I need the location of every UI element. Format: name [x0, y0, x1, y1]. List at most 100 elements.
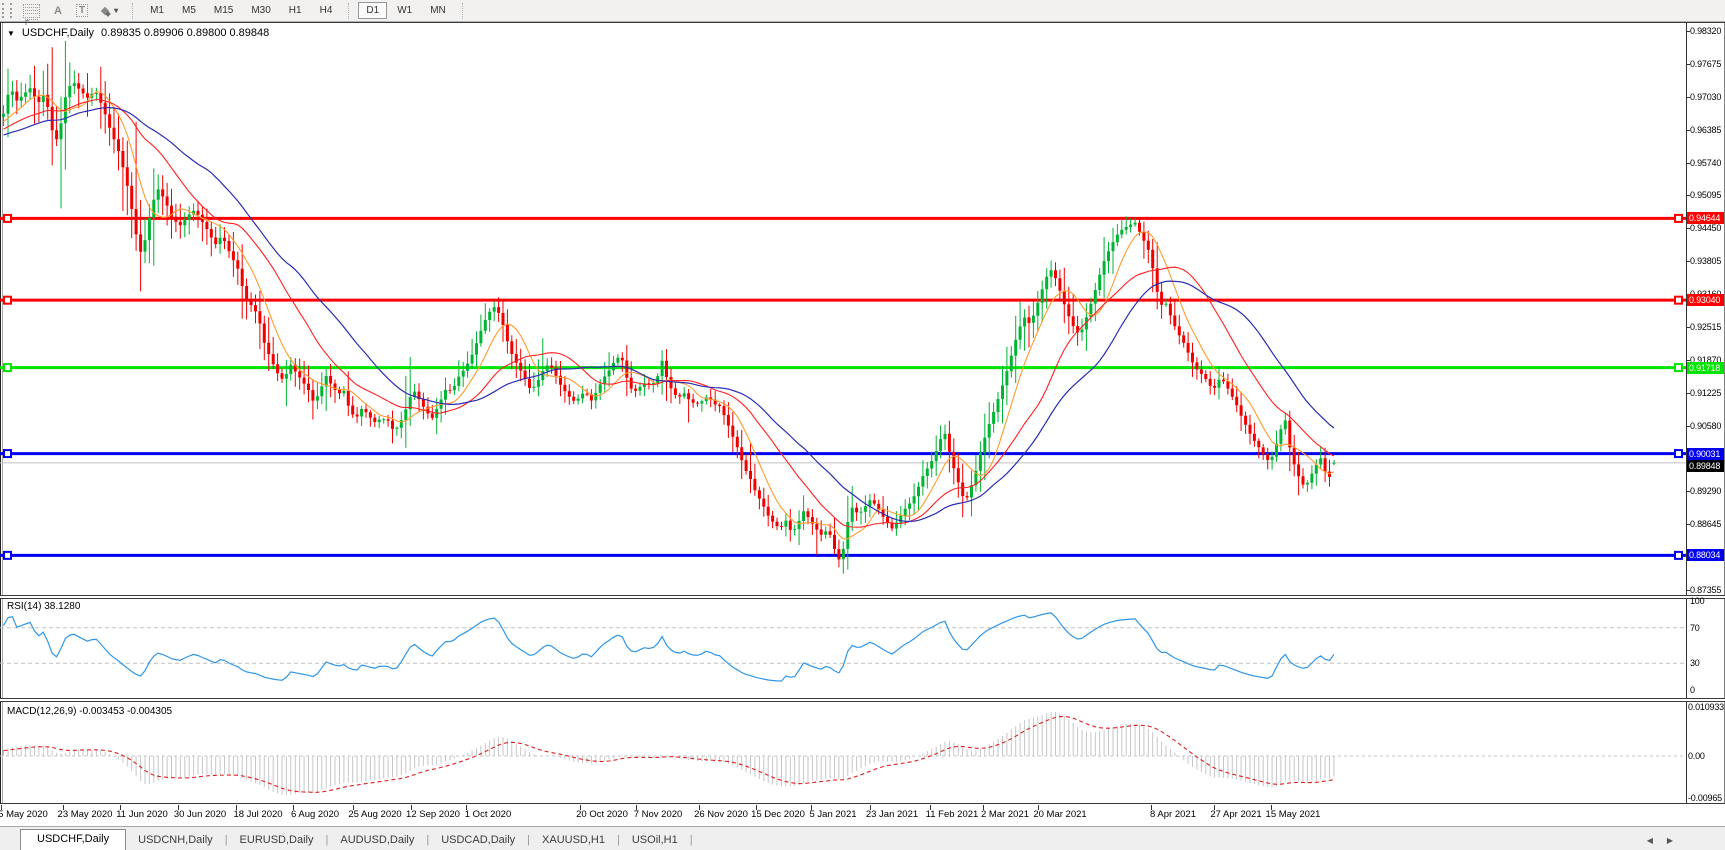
tab-usdchf-daily[interactable]: USDCHF,Daily — [20, 829, 127, 850]
tab-scroll-left-icon[interactable]: ◀ — [1647, 836, 1653, 845]
timeframe-button-mn[interactable]: MN — [422, 2, 454, 19]
macd-label: MACD(12,26,9) -0.003453 -0.004305 — [7, 706, 173, 717]
support-resistance-lines[interactable] — [0, 213, 1686, 560]
tab-xauusd-h1[interactable]: XAUUSD,H1 — [530, 831, 617, 850]
main-rsi-separator[interactable] — [0, 595, 1725, 599]
date-label: 27 Apr 2021 — [1210, 809, 1262, 820]
chart-tab-bar: USDCHF,Daily USDCNH,Daily | EURUSD,Daily | AU… — [0, 826, 1725, 850]
main-chart[interactable] — [0, 23, 1686, 595]
price-tag-0.93040: 0.93040 — [1687, 294, 1724, 306]
price-tick-label: 0.88645 — [1690, 519, 1722, 529]
rsi-panel[interactable] — [0, 600, 1686, 697]
rsi-tick-label: 70 — [1690, 623, 1700, 633]
ma-fast-line — [3, 91, 1335, 540]
chart-header: ▼ USDCHF,Daily 0.89835 0.89906 0.89800 0… — [7, 27, 269, 39]
timeframe-button-w1[interactable]: W1 — [389, 2, 420, 19]
date-label: 18 Jul 2020 — [233, 809, 283, 820]
price-axis-separator — [1686, 23, 1687, 803]
toolbar-separator — [461, 2, 464, 19]
price-tick-label: 0.95740 — [1690, 158, 1722, 168]
tab-usoil-h1[interactable]: USOil,H1 — [620, 831, 690, 850]
rsi-tick-label: 100 — [1690, 596, 1705, 606]
date-label: 5 Jan 2021 — [809, 809, 857, 820]
date-label: 15 Dec 2020 — [751, 809, 805, 820]
line-handle[interactable] — [1674, 550, 1683, 560]
line-handle[interactable] — [1674, 363, 1683, 373]
macd-histogram — [3, 711, 1335, 796]
timeframe-button-d1[interactable]: D1 — [358, 2, 388, 19]
fibonacci-tool-icon[interactable]: F — [23, 2, 40, 27]
date-label: 1 Oct 2020 — [464, 809, 512, 820]
tab-usdcnh-daily[interactable]: USDCNH,Daily — [126, 831, 225, 850]
date-label: 2 Mar 2021 — [980, 809, 1030, 820]
tab-scroll-right-icon[interactable]: ▶ — [1667, 836, 1673, 845]
date-label: 20 Mar 2021 — [1033, 809, 1087, 820]
line-handle[interactable] — [3, 363, 12, 373]
tab-audusd-daily[interactable]: AUDUSD,Daily — [328, 831, 426, 850]
price-tick-label: 0.91225 — [1690, 388, 1722, 398]
price-tick-label: 0.97675 — [1690, 59, 1722, 69]
date-label: 23 May 2020 — [57, 809, 113, 820]
arrow-objects-icon[interactable]: ▾ — [100, 2, 118, 19]
current-price-tag: 0.89848 — [1687, 460, 1724, 472]
date-label: 20 Oct 2020 — [576, 809, 628, 820]
line-handle[interactable] — [3, 449, 12, 459]
price-tick-label: 0.96385 — [1690, 125, 1722, 135]
rsi-macd-separator[interactable] — [0, 698, 1725, 702]
candle-up-wicks — [3, 40, 1335, 574]
toolbar-drag-handle-icon[interactable] — [2, 3, 12, 18]
price-tag-0.90031: 0.90031 — [1687, 448, 1724, 460]
timeframe-button-m30[interactable]: M30 — [243, 2, 278, 19]
price-tick-label: 0.89290 — [1690, 486, 1722, 496]
price-tag-0.94644: 0.94644 — [1687, 212, 1724, 224]
candles-up — [2, 83, 1336, 560]
date-label: 30 Jun 2020 — [173, 809, 227, 820]
tab-eurusd-daily[interactable]: EURUSD,Daily — [228, 831, 326, 850]
rsi-tick-label: 30 — [1690, 658, 1700, 668]
timeframe-button-m1[interactable]: M1 — [142, 2, 172, 19]
timeframe-button-h1[interactable]: H1 — [281, 2, 310, 19]
chevron-down-icon[interactable]: ▾ — [114, 6, 118, 15]
date-label: 23 Jan 2021 — [865, 809, 919, 820]
label-tool-icon[interactable]: T — [75, 2, 89, 19]
line-handle[interactable] — [3, 295, 12, 305]
line-handle[interactable] — [3, 550, 12, 560]
toolbar-separator — [348, 2, 350, 19]
date-label: 12 Sep 2020 — [406, 809, 460, 820]
candle-down-wicks — [16, 47, 1330, 568]
date-label: 7 Nov 2020 — [633, 809, 683, 820]
macd-bottom-border — [0, 803, 1725, 804]
candles-down — [15, 83, 1331, 560]
date-label: 25 Aug 2020 — [348, 809, 402, 820]
macd-tick-label: 0.00 — [1688, 751, 1705, 761]
chart-symbol-label: USDCHF,Daily — [21, 27, 95, 39]
macd-panel[interactable] — [0, 703, 1686, 803]
line-handle[interactable] — [1674, 213, 1683, 223]
price-tick-label: 0.94450 — [1690, 223, 1722, 233]
price-tick-label: 0.98320 — [1690, 26, 1722, 36]
tab-divider: | — [689, 834, 693, 846]
line-handle[interactable] — [1674, 449, 1683, 459]
line-handle[interactable] — [1674, 295, 1683, 305]
date-label: 26 Nov 2020 — [694, 809, 748, 820]
ma-slow-line — [3, 106, 1335, 523]
rsi-label: RSI(14) 38.1280 — [7, 601, 81, 612]
date-label: 5 May 2020 — [0, 809, 48, 820]
timeframe-button-h4[interactable]: H4 — [312, 2, 341, 19]
line-handle[interactable] — [3, 213, 12, 223]
toolbar-separator — [132, 2, 134, 19]
timeframe-button-m5[interactable]: M5 — [174, 2, 204, 19]
tab-usdcad-daily[interactable]: USDCAD,Daily — [429, 831, 527, 850]
macd-tick-label: -0.00965 — [1688, 793, 1722, 803]
date-label: 6 Aug 2020 — [290, 809, 340, 820]
price-tick-label: 0.95095 — [1690, 190, 1722, 200]
collapse-triangle-icon[interactable]: ▼ — [7, 29, 15, 38]
timeframe-button-m15[interactable]: M15 — [206, 2, 241, 19]
price-tag-0.91718: 0.91718 — [1687, 362, 1724, 374]
text-tool-icon[interactable]: A — [54, 2, 62, 19]
price-tag-0.88034: 0.88034 — [1687, 549, 1724, 561]
date-label: 11 Jun 2020 — [116, 809, 168, 820]
price-tick-label: 0.92515 — [1690, 322, 1722, 332]
rsi-line — [2, 612, 1335, 682]
price-tick-label: 0.93805 — [1690, 256, 1722, 266]
